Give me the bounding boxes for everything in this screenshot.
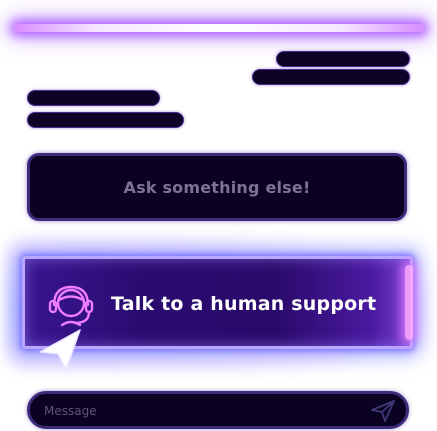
cursor-arrow-icon: [39, 329, 81, 371]
top-glow-divider: [14, 24, 424, 32]
chat-screen: Ask something else! Talk to a human supp…: [0, 0, 437, 431]
user-message-placeholder-line-2: [252, 69, 410, 85]
bot-message-placeholder-line-1: [27, 90, 160, 106]
ask-something-else-label: Ask something else!: [123, 177, 311, 197]
headset-agent-icon: [48, 285, 94, 327]
talk-to-human-support-label: Talk to a human support: [111, 293, 377, 315]
user-message-placeholder-line-1: [276, 51, 410, 67]
message-input[interactable]: [42, 399, 346, 423]
ask-something-else-button[interactable]: Ask something else!: [27, 153, 407, 221]
bot-message-placeholder-line-2: [27, 112, 184, 128]
send-icon[interactable]: [370, 399, 396, 423]
message-composer: [27, 391, 409, 429]
